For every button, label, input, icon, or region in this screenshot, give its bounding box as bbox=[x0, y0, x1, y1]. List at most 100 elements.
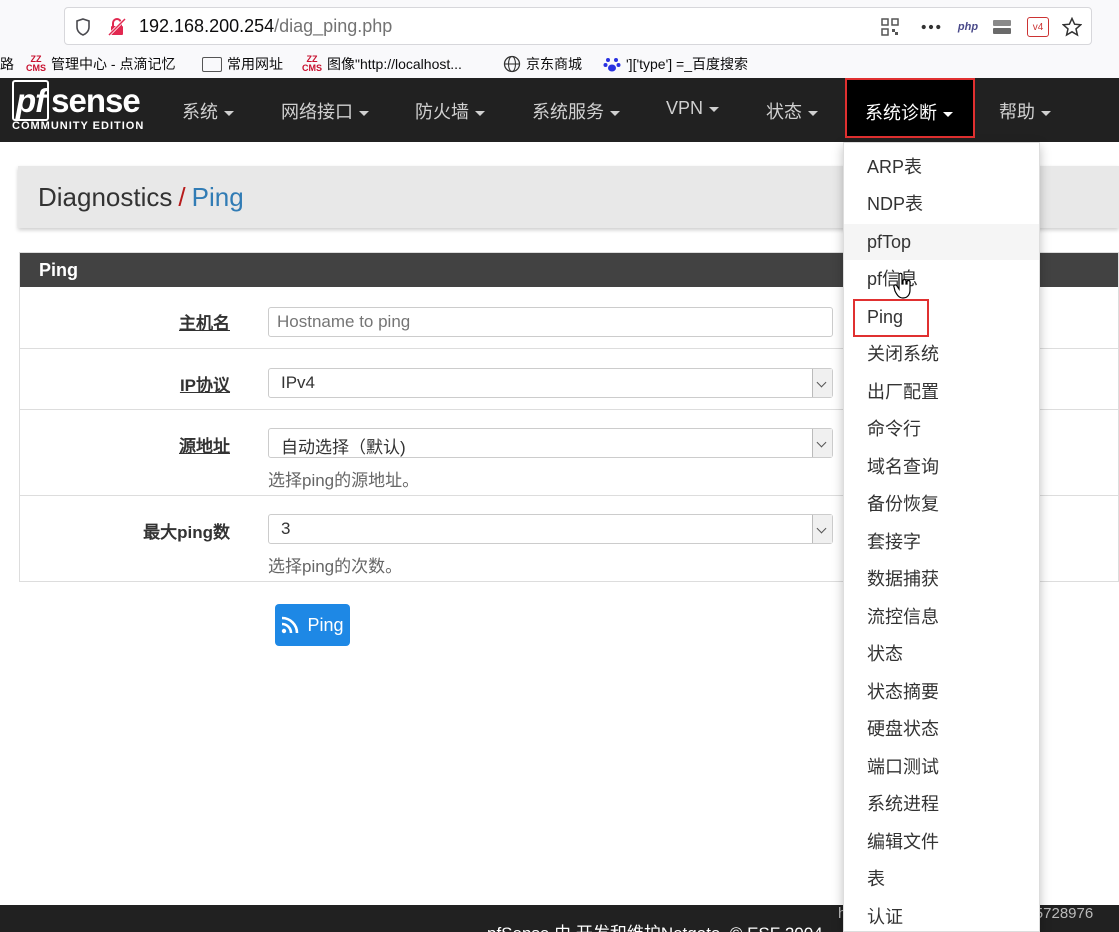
url-path: /diag_ping.php bbox=[274, 16, 393, 36]
menu-item-backup-restore[interactable]: 备份恢复 bbox=[844, 486, 1039, 522]
bookmark-item[interactable]: ']['type'] =_百度搜索 bbox=[603, 54, 748, 74]
menu-item-states-summary[interactable]: 状态摘要 bbox=[844, 674, 1039, 710]
menu-item-tables[interactable]: 表 bbox=[844, 861, 1039, 897]
nav-label: 网络接口 bbox=[281, 102, 353, 122]
bookmark-item[interactable]: 常用网址 bbox=[202, 54, 283, 74]
pfsense-logo[interactable]: pf sense COMMUNITY EDITION bbox=[12, 80, 145, 132]
bookmarks-bar: 路 ZZ CMS 管理中心 - 点滴记忆 常用网址 ZZ CMS 图像"http:/… bbox=[0, 50, 1119, 78]
caret-down-icon bbox=[359, 110, 369, 116]
url-host: 192.168.200.254 bbox=[139, 16, 275, 36]
menu-item-command-prompt[interactable]: 命令行 bbox=[844, 411, 1039, 447]
nav-vpn[interactable]: VPN bbox=[666, 98, 720, 119]
nav-services[interactable]: 系统服务 bbox=[532, 98, 620, 124]
main-navbar: pf sense COMMUNITY EDITION 系统 网络接口 防火墙 系统… bbox=[0, 78, 1119, 142]
menu-item-sockets[interactable]: 套接字 bbox=[844, 524, 1039, 560]
menu-item-limiter-info[interactable]: 流控信息 bbox=[844, 599, 1039, 635]
bookmark-label: 图像"http://localhost... bbox=[327, 56, 462, 72]
zzcms-icon: ZZ CMS bbox=[26, 55, 46, 73]
hostname-input[interactable] bbox=[268, 307, 833, 337]
bookmark-item[interactable]: 路 bbox=[0, 54, 14, 74]
zzcms-icon-cms: CMS bbox=[26, 63, 46, 73]
nav-system[interactable]: 系统 bbox=[182, 98, 234, 124]
ping-button[interactable]: Ping bbox=[275, 604, 350, 646]
more-icon[interactable] bbox=[921, 17, 941, 37]
nav-label: 状态 bbox=[766, 102, 802, 122]
logo-subtitle: COMMUNITY EDITION bbox=[12, 120, 145, 132]
bookmark-label: 路 bbox=[0, 56, 14, 72]
ping-button-label: Ping bbox=[307, 614, 344, 635]
caret-down-icon bbox=[709, 106, 720, 112]
page-title: Diagnostics / Ping bbox=[38, 182, 244, 213]
caret-down-icon bbox=[475, 110, 485, 116]
caret-down-icon bbox=[943, 111, 953, 117]
nav-label: 系统服务 bbox=[532, 102, 604, 122]
caret-down-icon bbox=[1041, 110, 1051, 116]
breadcrumb-separator: / bbox=[178, 182, 186, 212]
nav-status[interactable]: 状态 bbox=[766, 98, 818, 124]
zzcms-icon-cms: CMS bbox=[302, 63, 322, 73]
nav-firewall[interactable]: 防火墙 bbox=[415, 98, 485, 124]
chevron-down-icon[interactable] bbox=[812, 515, 832, 543]
url-text[interactable]: 192.168.200.254/diag_ping.php bbox=[139, 16, 392, 37]
ip-protocol-select[interactable]: IPv4 bbox=[268, 368, 833, 398]
nav-interfaces[interactable]: 网络接口 bbox=[281, 98, 369, 124]
star-icon[interactable] bbox=[1062, 17, 1082, 37]
nav-label: 系统 bbox=[182, 102, 218, 122]
menu-item-factory-defaults[interactable]: 出厂配置 bbox=[844, 374, 1039, 410]
max-ping-count-value: 3 bbox=[281, 519, 291, 538]
insecure-lock-icon[interactable] bbox=[107, 17, 127, 37]
menu-item-test-port[interactable]: 端口测试 bbox=[844, 749, 1039, 785]
bookmark-label: 管理中心 - 点滴记忆 bbox=[51, 56, 176, 72]
bookmark-label: 常用网址 bbox=[227, 56, 283, 72]
menu-item-arp[interactable]: ARP表 bbox=[844, 149, 1039, 185]
diagnostics-dropdown-menu: ARP表 NDP表 pfTop pf信息 Ping 关闭系统 出厂配置 命令行 … bbox=[843, 142, 1040, 932]
server-icon[interactable] bbox=[992, 17, 1012, 37]
menu-item-halt[interactable]: 关闭系统 bbox=[844, 336, 1039, 372]
shield-icon[interactable] bbox=[73, 17, 93, 37]
breadcrumb-current[interactable]: Ping bbox=[192, 182, 244, 212]
logo-pf: pf bbox=[12, 80, 50, 121]
php-icon[interactable]: php bbox=[956, 17, 980, 37]
globe-icon bbox=[503, 55, 521, 73]
source-address-value: 自动选择（默认) bbox=[281, 438, 406, 457]
address-bar[interactable]: 192.168.200.254/diag_ping.php php v4 bbox=[64, 7, 1092, 45]
nav-diagnostics[interactable]: 系统诊断 bbox=[845, 78, 975, 138]
bookmark-item[interactable]: ZZ CMS 管理中心 - 点滴记忆 bbox=[26, 54, 175, 74]
menu-item-dns-lookup[interactable]: 域名查询 bbox=[844, 449, 1039, 485]
nav-label: 帮助 bbox=[999, 102, 1035, 122]
hostname-label: 主机名 bbox=[179, 314, 230, 333]
v4-icon[interactable]: v4 bbox=[1027, 17, 1049, 37]
footer-text: pfSense 由 开发和维护Netgate. © ESF 2004 bbox=[487, 919, 823, 932]
chevron-down-icon[interactable] bbox=[812, 369, 832, 397]
ip-protocol-label: IP协议 bbox=[179, 376, 230, 395]
max-ping-count-label: 最大ping数 bbox=[143, 523, 230, 542]
menu-item-packet-capture[interactable]: 数据捕获 bbox=[844, 561, 1039, 597]
chevron-down-icon[interactable] bbox=[812, 429, 832, 457]
rss-icon bbox=[282, 616, 299, 634]
menu-item-system-activity[interactable]: 系统进程 bbox=[844, 786, 1039, 822]
bookmark-item[interactable]: ZZ CMS 图像"http://localhost... bbox=[302, 54, 462, 74]
qr-code-icon[interactable] bbox=[880, 17, 900, 37]
menu-item-ndp[interactable]: NDP表 bbox=[844, 186, 1039, 222]
caret-down-icon bbox=[610, 110, 620, 116]
breadcrumb-parent: Diagnostics bbox=[38, 182, 173, 212]
bookmark-item[interactable]: 京东商城 bbox=[503, 54, 582, 74]
menu-item-states[interactable]: 状态 bbox=[844, 636, 1039, 672]
menu-item-pfinfo[interactable]: pf信息 bbox=[844, 261, 1039, 297]
menu-item-smart-status[interactable]: 硬盘状态 bbox=[844, 711, 1039, 747]
browser-toolbar: 192.168.200.254/diag_ping.php php v4 bbox=[0, 0, 1119, 50]
logo-text: sense bbox=[51, 82, 141, 119]
caret-down-icon bbox=[224, 110, 234, 116]
menu-item-edit-file[interactable]: 编辑文件 bbox=[844, 824, 1039, 860]
nav-label: 系统诊断 bbox=[865, 103, 937, 123]
source-address-select[interactable]: 自动选择（默认) bbox=[268, 428, 833, 458]
menu-item-pftop[interactable]: pfTop bbox=[844, 224, 1039, 260]
nav-help[interactable]: 帮助 bbox=[999, 98, 1051, 124]
count-help-text: 选择ping的次数。 bbox=[268, 557, 403, 576]
zzcms-icon: ZZ CMS bbox=[302, 55, 322, 73]
menu-item-authentication[interactable]: 认证 bbox=[844, 899, 1039, 932]
folder-icon bbox=[202, 56, 222, 72]
bookmark-label: 京东商城 bbox=[526, 56, 582, 72]
max-ping-count-select[interactable]: 3 bbox=[268, 514, 833, 544]
ip-protocol-value: IPv4 bbox=[281, 373, 316, 392]
